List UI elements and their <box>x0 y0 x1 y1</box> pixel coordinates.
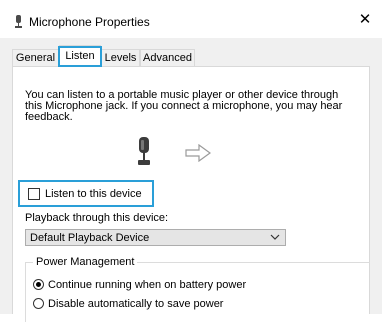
right-arrow-icon <box>185 144 211 162</box>
playback-device-value: Default Playback Device <box>30 232 150 244</box>
power-management-group <box>25 262 370 322</box>
radio-selected-dot <box>36 282 41 287</box>
microphone-icon <box>138 137 150 165</box>
tab-general[interactable]: General <box>12 49 59 66</box>
disable-automatically-label[interactable]: Disable automatically to save power <box>48 298 223 310</box>
description-line: this Microphone jack. If you connect a m… <box>25 100 343 112</box>
listen-to-device-checkbox[interactable] <box>28 188 40 200</box>
listen-to-device-label[interactable]: Listen to this device <box>45 188 142 200</box>
close-button[interactable]: ✕ <box>357 12 373 28</box>
tab-advanced[interactable]: Advanced <box>140 49 195 66</box>
continue-running-radio[interactable] <box>33 279 44 290</box>
power-management-title: Power Management <box>33 256 138 268</box>
tab-highlight-box <box>58 46 102 67</box>
description-text: You can listen to a portable music playe… <box>25 90 365 123</box>
tab-levels[interactable]: Levels <box>101 49 140 66</box>
playback-device-select[interactable]: Default Playback Device <box>25 229 286 246</box>
microphone-icon <box>15 15 22 28</box>
chevron-down-icon <box>270 234 280 240</box>
description-line: feedback. <box>25 111 73 123</box>
playback-device-label: Playback through this device: <box>25 212 169 224</box>
window-title: Microphone Properties <box>29 15 150 29</box>
continue-running-label[interactable]: Continue running when on battery power <box>48 279 246 291</box>
disable-automatically-radio[interactable] <box>33 298 44 309</box>
